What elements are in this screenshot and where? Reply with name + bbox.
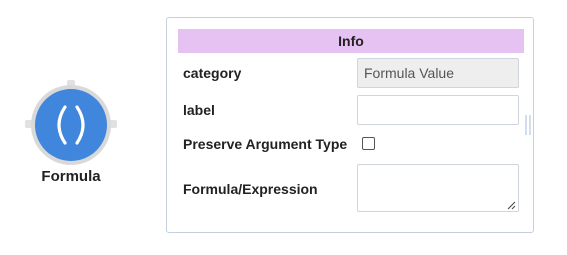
node-ring (31, 85, 111, 165)
node-label: Formula (41, 168, 101, 185)
info-panel: Info category label Preserve Argument Ty… (166, 17, 534, 233)
formula-node[interactable]: Formula (24, 80, 118, 190)
info-panel-title: Info (178, 29, 524, 53)
category-field (357, 58, 519, 88)
formula-expression-label: Formula/Expression (183, 181, 318, 197)
node-circle[interactable] (35, 89, 107, 161)
preserve-argument-type-checkbox[interactable] (362, 137, 375, 150)
canvas: Formula Info category label Preserve Arg… (0, 0, 567, 255)
panel-resize-handle[interactable] (525, 115, 531, 135)
preserve-argument-type-label: Preserve Argument Type (183, 136, 348, 152)
label-label: label (183, 102, 215, 118)
parentheses-icon (57, 105, 85, 145)
formula-expression-field[interactable] (357, 164, 519, 212)
category-label: category (183, 65, 242, 81)
label-field[interactable] (357, 95, 519, 125)
textarea-resize-grip-icon[interactable] (507, 201, 516, 210)
